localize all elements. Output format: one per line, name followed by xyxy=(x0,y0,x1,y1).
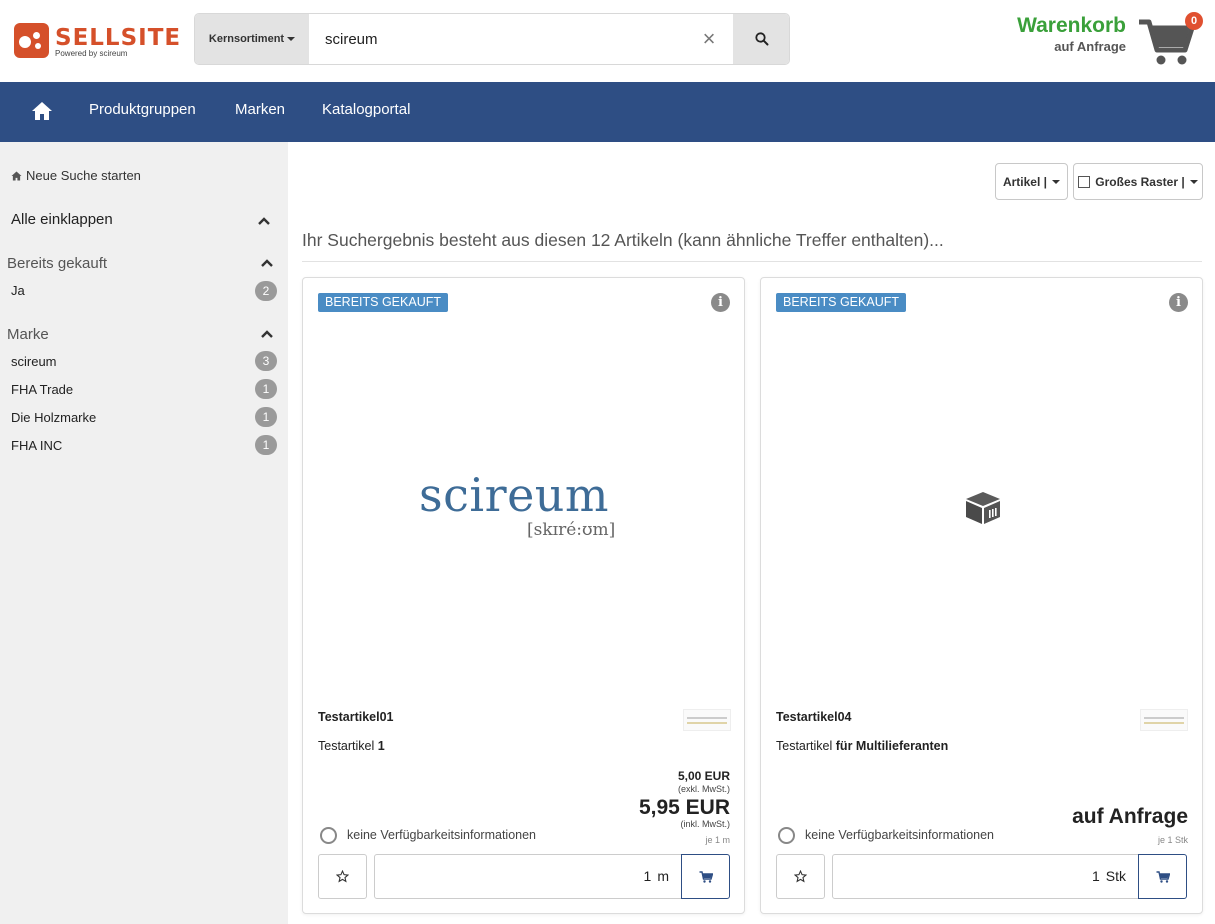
price-net-note: (exkl. MwSt.) xyxy=(677,784,730,794)
result-count-text: Ihr Suchergebnis besteht aus diesen 12 A… xyxy=(302,230,944,250)
nav-item-produktgruppen[interactable]: Produktgruppen xyxy=(89,101,196,118)
view-mode-dropdown[interactable]: Artikel | xyxy=(995,163,1068,200)
home-icon xyxy=(11,170,22,181)
product-image[interactable]: scireum [skɪré:ʊm] xyxy=(403,468,643,548)
availability-indicator-icon xyxy=(320,827,337,844)
price-gross-note: (inkl. MwSt.) xyxy=(680,819,731,829)
price-net: 5,00 EUR xyxy=(677,769,730,783)
price-on-request: auf Anfrage xyxy=(1072,805,1188,828)
description-highlight: für Multilieferanten xyxy=(835,739,949,753)
star-icon xyxy=(336,870,349,883)
new-search-label: Neue Suche starten xyxy=(26,168,141,183)
nav-item-katalogportal[interactable]: Katalogportal xyxy=(322,101,410,118)
facet-count-badge: 1 xyxy=(255,379,277,399)
cart-count-badge: 0 xyxy=(1185,12,1203,30)
facet-item[interactable]: Ja xyxy=(11,283,25,298)
quantity-value: 1 xyxy=(643,868,652,884)
logo-subtitle: Powered by scireum xyxy=(55,49,128,58)
facet-title-marke[interactable]: Marke xyxy=(7,326,49,343)
facet-item[interactable]: scireum xyxy=(11,354,57,369)
chevron-up-icon[interactable] xyxy=(261,258,273,268)
main-navigation: Produktgruppen Marken Katalogportal xyxy=(0,82,1215,142)
search-bar: Kernsortiment × xyxy=(194,13,790,65)
caret-down-icon xyxy=(1189,179,1198,184)
already-bought-badge: BEREITS GEKAUFT xyxy=(318,293,448,312)
facet-item[interactable]: Die Holzmarke xyxy=(11,410,96,425)
facet-count-badge: 2 xyxy=(255,281,277,301)
product-name[interactable]: Testartikel04 xyxy=(776,710,852,724)
sellsite-logo[interactable]: SELLSITE Powered by scireum xyxy=(14,21,180,61)
description-text: Testartikel xyxy=(318,739,375,753)
filter-sidebar: Neue Suche starten Alle einklappen Berei… xyxy=(0,142,288,924)
package-placeholder-icon[interactable] xyxy=(964,490,1002,526)
info-icon[interactable]: i xyxy=(1169,293,1188,312)
search-category-label: Kernsortiment xyxy=(208,33,285,45)
facet-count-badge: 1 xyxy=(255,435,277,455)
nav-item-marken[interactable]: Marken xyxy=(235,101,285,118)
description-text: Testartikel xyxy=(776,739,833,753)
quantity-unit: Stk xyxy=(1105,868,1126,884)
view-mode-label: Artikel | xyxy=(1002,174,1048,189)
add-to-cart-button[interactable] xyxy=(1138,854,1187,899)
product-description: Testartikel für Multilieferanten xyxy=(776,739,948,753)
scireum-logo-text: scireum xyxy=(419,468,610,522)
new-search-link[interactable]: Neue Suche starten xyxy=(11,168,141,183)
product-card[interactable]: BEREITS GEKAUFT i Testartikel04 Testarti… xyxy=(760,277,1203,914)
facet-count-badge: 1 xyxy=(255,407,277,427)
search-input[interactable] xyxy=(309,14,689,64)
product-card[interactable]: BEREITS GEKAUFT i scireum [skɪré:ʊm] Tes… xyxy=(302,277,745,914)
unit-note: je 1 Stk xyxy=(1157,835,1188,845)
scireum-logo-phonetic: [skɪré:ʊm] xyxy=(527,520,616,540)
product-thumbnail xyxy=(683,709,731,731)
clear-search-icon[interactable]: × xyxy=(695,26,723,52)
chevron-up-icon[interactable] xyxy=(261,329,273,339)
add-to-cart-button[interactable] xyxy=(681,854,730,899)
cart-icon xyxy=(1156,870,1170,883)
unit-note: je 1 m xyxy=(705,835,730,845)
add-to-wishlist-button[interactable] xyxy=(776,854,825,899)
caret-down-icon xyxy=(287,37,296,41)
grid-size-dropdown[interactable]: Großes Raster | xyxy=(1073,163,1203,200)
add-to-wishlist-button[interactable] xyxy=(318,854,367,899)
product-thumbnail xyxy=(1140,709,1188,731)
facet-item[interactable]: FHA INC xyxy=(11,438,62,453)
info-icon[interactable]: i xyxy=(711,293,730,312)
availability-indicator-icon xyxy=(778,827,795,844)
grid-size-label: Großes Raster | xyxy=(1095,174,1185,189)
quantity-unit: m xyxy=(657,868,669,884)
product-name[interactable]: Testartikel01 xyxy=(318,710,394,724)
chevron-up-icon[interactable] xyxy=(258,216,270,226)
availability-text: keine Verfügbarkeitsinformationen xyxy=(347,828,537,842)
divider xyxy=(302,261,1202,262)
description-highlight: 1 xyxy=(377,739,385,753)
caret-down-icon xyxy=(1052,179,1061,184)
price-gross: 5,95 EUR xyxy=(638,796,730,819)
product-description: Testartikel 1 xyxy=(318,739,385,753)
search-category-dropdown[interactable]: Kernsortiment xyxy=(195,14,309,64)
availability-text: keine Verfügbarkeitsinformationen xyxy=(805,828,995,842)
cart-subtitle: auf Anfrage xyxy=(1054,39,1126,54)
cart-title[interactable]: Warenkorb xyxy=(1017,14,1126,38)
search-icon xyxy=(755,32,769,46)
facet-title-bereits-gekauft[interactable]: Bereits gekauft xyxy=(7,255,107,272)
quantity-value: 1 xyxy=(1091,868,1100,884)
logo-mark-icon xyxy=(14,23,49,58)
search-button[interactable] xyxy=(733,14,789,64)
quantity-input[interactable]: 1 Stk xyxy=(832,854,1139,899)
collapse-all-link[interactable]: Alle einklappen xyxy=(11,211,113,228)
already-bought-badge: BEREITS GEKAUFT xyxy=(776,293,906,312)
facet-item[interactable]: FHA Trade xyxy=(11,382,73,397)
logo-text: SELLSITE xyxy=(55,25,182,51)
quantity-input[interactable]: 1m xyxy=(374,854,682,899)
header: SELLSITE Powered by scireum Kernsortimen… xyxy=(0,0,1215,82)
facet-count-badge: 3 xyxy=(255,351,277,371)
checkbox-icon xyxy=(1078,175,1091,188)
star-icon xyxy=(794,870,807,883)
home-icon[interactable] xyxy=(30,99,54,123)
cart-icon xyxy=(699,870,713,883)
